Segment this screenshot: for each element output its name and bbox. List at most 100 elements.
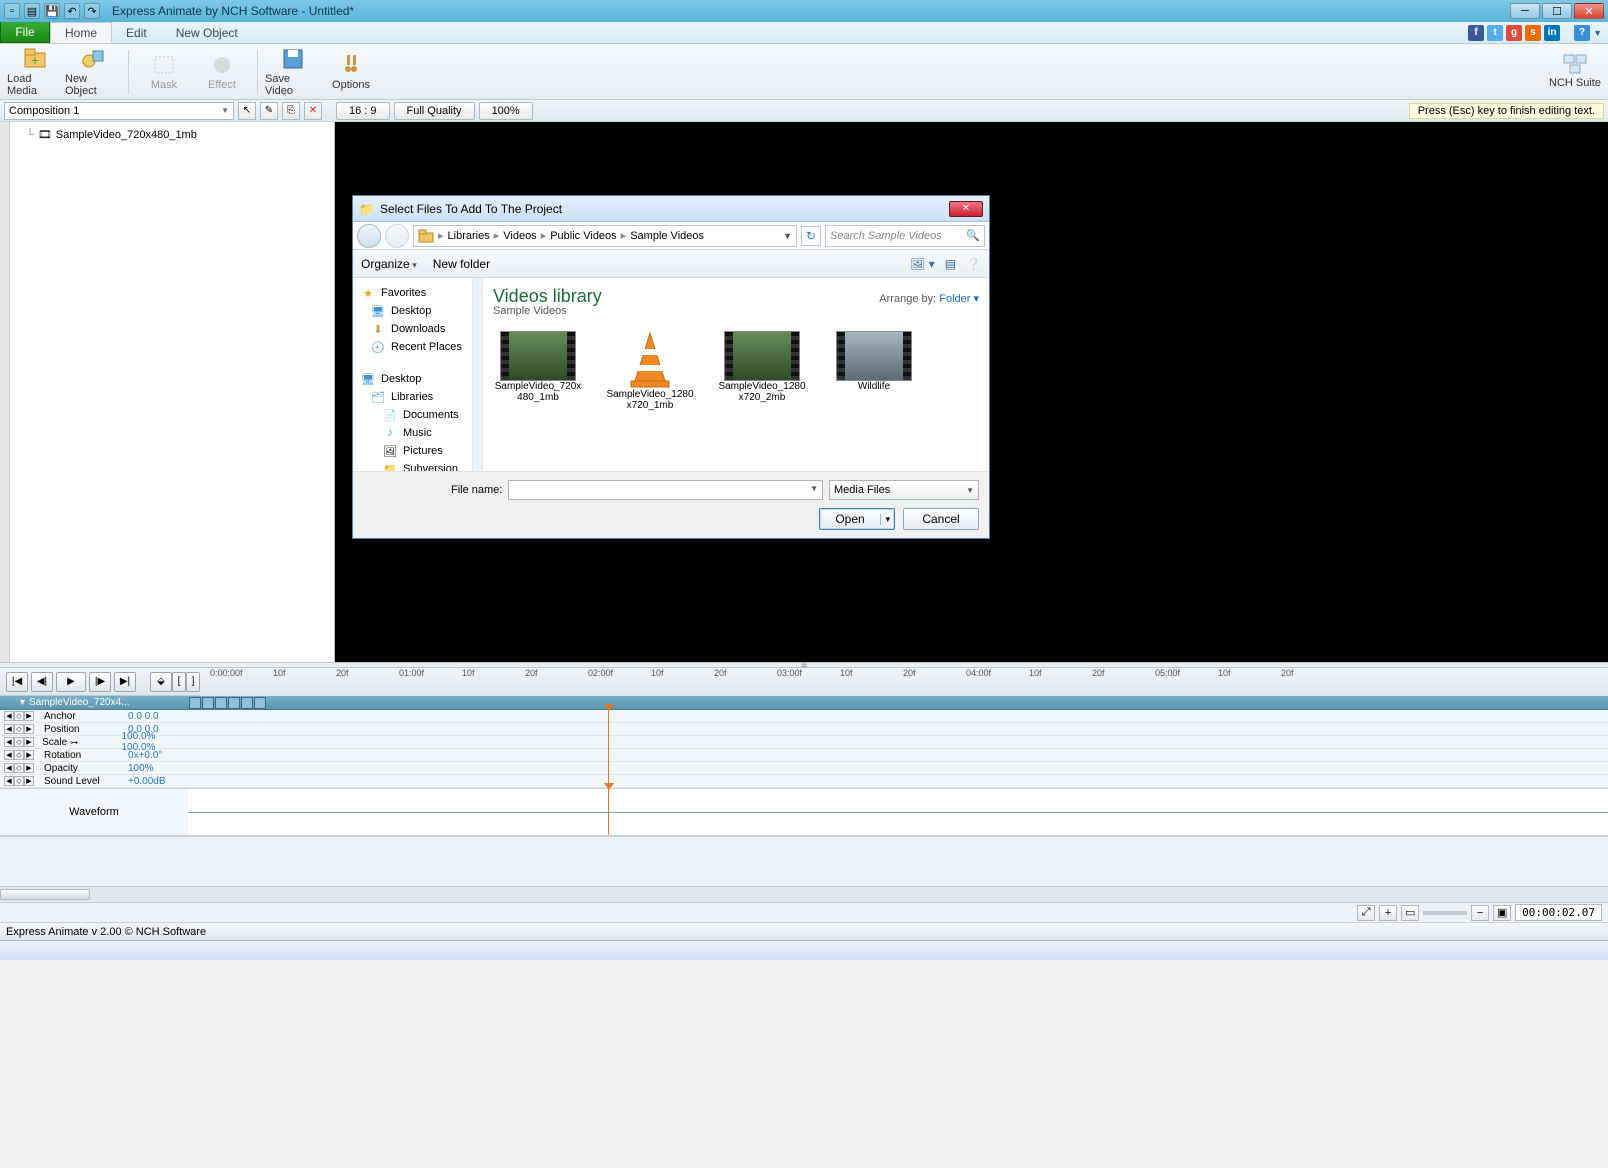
zoom-out-button[interactable]: − — [1471, 905, 1489, 921]
timecode-display[interactable]: 00:00:02.07 — [1515, 904, 1602, 921]
qat-save-icon[interactable]: 💾 — [44, 3, 60, 19]
quality-button[interactable]: Full Quality — [394, 102, 475, 120]
help-icon[interactable]: ? — [1574, 25, 1590, 41]
zoom-slider[interactable] — [1423, 911, 1467, 915]
help-dropdown-icon[interactable]: ▼ — [1593, 28, 1602, 38]
timeline-tracks[interactable] — [188, 710, 1608, 788]
nch-suite-button[interactable]: NCH Suite — [1548, 54, 1602, 89]
side-desktop2[interactable]: 🖥Desktop — [353, 370, 482, 388]
prop-opacity[interactable]: ◀◇▶Opacity100% — [0, 762, 188, 775]
dialog-title-bar[interactable]: 📁 Select Files To Add To The Project ✕ — [353, 196, 989, 222]
goto-start-button[interactable]: |◀ — [6, 672, 28, 692]
load-media-button[interactable]: + Load Media — [6, 47, 64, 97]
os-taskbar[interactable] — [0, 940, 1608, 960]
preview-pane-button[interactable]: ▤ — [945, 257, 956, 271]
nav-back-button[interactable] — [357, 224, 381, 248]
zoom-button[interactable]: 100% — [479, 102, 533, 120]
prop-anchor[interactable]: ◀◇▶Anchor0.0 0.0 — [0, 710, 188, 723]
track-header[interactable]: ▾SampleVideo_720x4... — [0, 696, 1608, 710]
dialog-help-icon[interactable]: ❔ — [966, 257, 981, 271]
track-toggle-4[interactable] — [228, 697, 240, 709]
qat-open-icon[interactable]: ▤ — [24, 3, 40, 19]
tool-copy-icon[interactable]: ⎘ — [282, 102, 300, 120]
goto-end-button[interactable]: ▶| — [114, 672, 136, 692]
file-type-select[interactable]: Media Files — [829, 480, 979, 500]
prop-sound[interactable]: ◀◇▶Sound Level+0.00dB — [0, 775, 188, 788]
timeline-scrollbar[interactable] — [0, 886, 1608, 902]
collapse-icon[interactable]: ▾ — [20, 697, 25, 708]
side-documents[interactable]: 📄Documents — [353, 406, 482, 424]
file-item-4[interactable]: Wildlife — [829, 331, 919, 411]
nav-forward-button[interactable] — [385, 224, 409, 248]
play-button[interactable]: ▶ — [56, 672, 86, 692]
tool-delete-icon[interactable]: ✕ — [304, 102, 322, 120]
side-downloads[interactable]: ⬇Downloads — [353, 320, 482, 338]
qat-redo-icon[interactable]: ↷ — [84, 3, 100, 19]
side-recent[interactable]: 🕘Recent Places — [353, 338, 482, 356]
new-folder-button[interactable]: New folder — [433, 257, 490, 271]
qat-new-icon[interactable]: ▫ — [4, 3, 20, 19]
cancel-button[interactable]: Cancel — [903, 508, 979, 530]
bracket-end-icon[interactable]: ] — [186, 672, 200, 692]
prop-scale[interactable]: ◀◇▶Scale ⊶100.0% 100.0% — [0, 736, 188, 749]
zoom-in-button[interactable]: + — [1379, 905, 1397, 921]
track-toggle-2[interactable] — [202, 697, 214, 709]
tool-arrow-icon[interactable]: ↖ — [238, 102, 256, 120]
step-back-button[interactable]: ◀| — [31, 672, 53, 692]
side-libraries[interactable]: 🗂Libraries — [353, 388, 482, 406]
zoom-out-rect[interactable]: ▭ — [1401, 905, 1419, 921]
playhead[interactable] — [608, 710, 609, 788]
maximize-button[interactable]: ☐ — [1542, 3, 1572, 19]
sidebar-scrollbar[interactable] — [472, 278, 482, 471]
minimize-button[interactable]: ─ — [1510, 3, 1540, 19]
prop-rotation[interactable]: ◀◇▶Rotation0x+0.0° — [0, 749, 188, 762]
stumble-icon[interactable]: s — [1525, 25, 1541, 41]
fit-button[interactable]: ⤢ — [1357, 905, 1375, 921]
open-button[interactable]: Open — [819, 508, 895, 530]
time-ruler[interactable]: 0:00:00f10f20f01:00f10f20f02:00f10f20f03… — [200, 668, 1608, 696]
save-video-button[interactable]: Save Video — [264, 47, 322, 97]
track-toggle-3[interactable] — [215, 697, 227, 709]
side-subversion[interactable]: 📁Subversion — [353, 460, 482, 471]
close-button[interactable]: ✕ — [1574, 3, 1604, 19]
new-object-tab[interactable]: New Object — [162, 22, 253, 43]
view-mode-button[interactable]: 🖼 ▾ — [910, 257, 935, 271]
options-button[interactable]: Options — [322, 47, 380, 97]
playhead-wave[interactable] — [608, 789, 609, 835]
search-input[interactable]: Search Sample Videos 🔍 — [825, 225, 985, 247]
file-item-1[interactable]: SampleVideo_720x480_1mb — [493, 331, 583, 411]
new-object-button[interactable]: New Object — [64, 47, 122, 97]
dialog-close-button[interactable]: ✕ — [949, 201, 983, 217]
side-music[interactable]: ♪Music — [353, 424, 482, 442]
zoom-fit-button[interactable]: ▣ — [1493, 905, 1511, 921]
linkedin-icon[interactable]: in — [1544, 25, 1560, 41]
track-toggle-6[interactable] — [254, 697, 266, 709]
facebook-icon[interactable]: f — [1468, 25, 1484, 41]
home-tab[interactable]: Home — [50, 22, 112, 43]
tool-add-icon[interactable]: ✎ — [260, 102, 278, 120]
side-pictures[interactable]: 🖼Pictures — [353, 442, 482, 460]
organize-menu[interactable]: Organize — [361, 257, 417, 271]
file-tab[interactable]: File — [0, 22, 50, 43]
edit-tab[interactable]: Edit — [112, 22, 162, 43]
arrange-by[interactable]: Arrange by: Folder ▾ — [879, 292, 979, 305]
track-toggle-5[interactable] — [241, 697, 253, 709]
waveform-track[interactable] — [188, 789, 1608, 835]
side-favorites[interactable]: ★Favorites — [353, 284, 482, 302]
project-item[interactable]: └ 🎞 SampleVideo_720x480_1mb — [4, 126, 330, 143]
composition-select[interactable]: Composition 1 — [4, 102, 234, 120]
bracket-start-icon[interactable]: [ — [172, 672, 186, 692]
gplus-icon[interactable]: g — [1506, 25, 1522, 41]
file-item-2[interactable]: SampleVideo_1280x720_1mb — [605, 331, 695, 411]
aspect-button[interactable]: 16 : 9 — [336, 102, 390, 120]
side-desktop[interactable]: 🖥Desktop — [353, 302, 482, 320]
project-scrollbar[interactable] — [0, 122, 10, 662]
qat-undo-icon[interactable]: ↶ — [64, 3, 80, 19]
twitter-icon[interactable]: t — [1487, 25, 1503, 41]
refresh-button[interactable]: ↻ — [801, 226, 821, 246]
track-toggle-1[interactable] — [189, 697, 201, 709]
step-forward-button[interactable]: |▶ — [89, 672, 111, 692]
keyframe-mode-icon[interactable]: ⬙ — [150, 672, 172, 692]
file-item-3[interactable]: SampleVideo_1280x720_2mb — [717, 331, 807, 411]
filename-input[interactable] — [508, 480, 823, 500]
